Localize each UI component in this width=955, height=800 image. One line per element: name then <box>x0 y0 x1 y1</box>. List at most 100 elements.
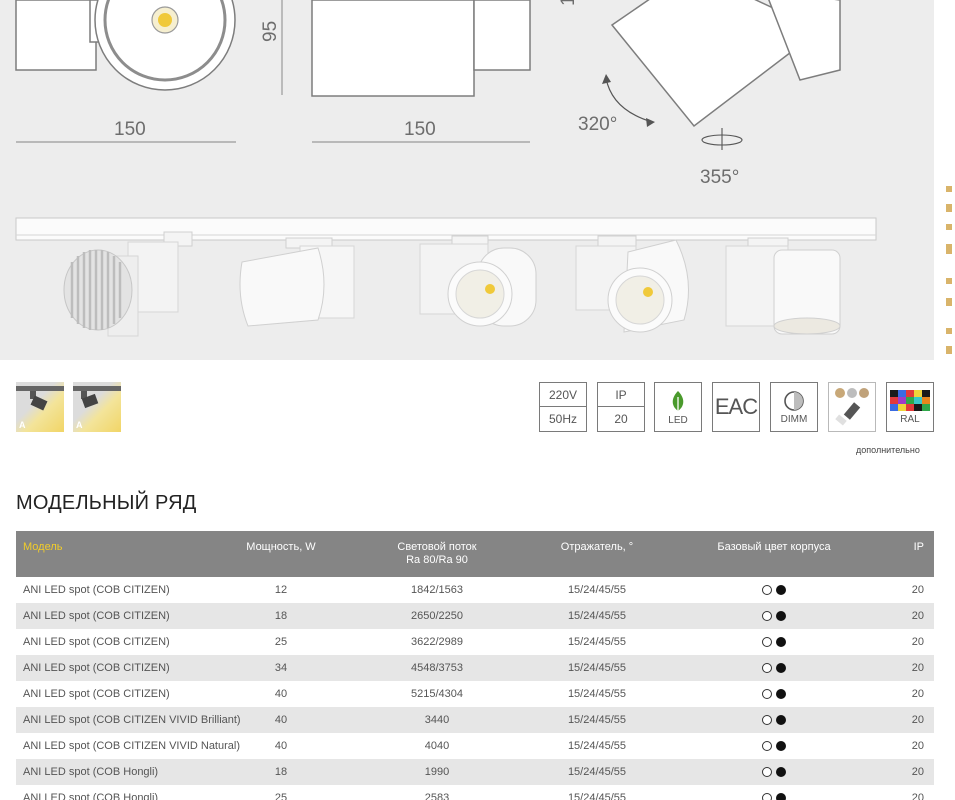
white-color-dot <box>762 741 772 752</box>
technical-drawing-panel: 150 95 150 1 320° 355° <box>0 0 934 360</box>
cell-reflector: 15/24/45/55 <box>518 655 676 681</box>
eac-label: EAC <box>714 394 758 419</box>
header-ip: IP <box>872 531 934 577</box>
black-color-dot <box>776 611 786 622</box>
product-photo-2 <box>239 237 355 327</box>
header-color: Базовый цвет корпуса <box>676 531 872 577</box>
extra-note: дополнительно <box>856 445 920 455</box>
color-options-badge <box>828 382 876 432</box>
black-color-dot <box>776 715 786 726</box>
cell-ip: 20 <box>872 655 934 681</box>
product-photo-5 <box>725 237 841 335</box>
ral-label: RAL <box>900 413 920 425</box>
dim-height: 95 <box>260 21 281 42</box>
ip-label: IP <box>598 383 644 407</box>
eac-badge: EAC <box>712 382 760 432</box>
cell-ip: 20 <box>872 629 934 655</box>
dim-height-right: 1 <box>558 0 579 6</box>
dim-width-side: 150 <box>404 119 436 140</box>
cell-reflector: 15/24/45/55 <box>518 733 676 759</box>
white-color-dot <box>762 689 772 700</box>
cell-ip: 20 <box>872 681 934 707</box>
side-body-shape <box>311 0 475 97</box>
cell-power: 18 <box>206 759 356 785</box>
table-row: ANI LED spot (COB CITIZEN) 12 1842/1563 … <box>16 577 934 603</box>
header-reflector: Отражатель, ° <box>518 531 676 577</box>
cell-power: 25 <box>206 629 356 655</box>
black-color-dot <box>776 793 786 800</box>
frequency-value: 50Hz <box>548 412 577 426</box>
cell-flux: 1842/1563 <box>356 577 518 603</box>
white-color-dot <box>762 767 772 778</box>
cell-model: ANI LED spot (COB CITIZEN) <box>16 603 206 629</box>
table-row: ANI LED spot (COB CITIZEN) 40 5215/4304 … <box>16 681 934 707</box>
cell-ip: 20 <box>872 733 934 759</box>
cell-flux: 3622/2989 <box>356 629 518 655</box>
product-photo-1 <box>63 231 193 337</box>
cell-power: 18 <box>206 603 356 629</box>
black-color-dot <box>776 767 786 778</box>
table-body: ANI LED spot (COB CITIZEN) 12 1842/1563 … <box>16 577 934 800</box>
cell-color <box>676 603 872 629</box>
dim-width-front: 150 <box>114 119 146 140</box>
black-color-dot <box>776 585 786 596</box>
cell-model: ANI LED spot (COB Hongli) <box>16 759 206 785</box>
product-photo-4 <box>575 235 689 333</box>
paint-brush-icon <box>835 388 869 426</box>
white-color-dot <box>762 663 772 674</box>
white-color-dot <box>762 611 772 622</box>
header-flux-line2: Ra 80/Ra 90 <box>406 554 468 566</box>
voltage-badge: 220V 50Hz <box>539 382 587 432</box>
table-row: ANI LED spot (COB CITIZEN) 18 2650/2250 … <box>16 603 934 629</box>
cell-ip: 20 <box>872 785 934 800</box>
cell-flux: 4548/3753 <box>356 655 518 681</box>
model-range-table: Модель Мощность, W Световой поток Ra 80/… <box>16 531 934 800</box>
track-rail-shape <box>15 217 877 241</box>
cell-ip: 20 <box>872 603 934 629</box>
mount-letter-1: A <box>19 420 26 430</box>
white-color-dot <box>762 585 772 596</box>
voltage-value: 220V <box>540 383 586 407</box>
cell-power: 12 <box>206 577 356 603</box>
cell-model: ANI LED spot (COB CITIZEN) <box>16 577 206 603</box>
cell-color <box>676 759 872 785</box>
cell-flux: 5215/4304 <box>356 681 518 707</box>
table-row: ANI LED spot (COB CITIZEN) 25 3622/2989 … <box>16 629 934 655</box>
cell-model: ANI LED spot (COB CITIZEN) <box>16 681 206 707</box>
cell-model: ANI LED spot (COB Hongli) <box>16 785 206 800</box>
header-model: Модель <box>16 531 206 577</box>
cell-reflector: 15/24/45/55 <box>518 707 676 733</box>
header-flux-line1: Световой поток <box>397 541 477 553</box>
cell-reflector: 15/24/45/55 <box>518 577 676 603</box>
cell-reflector: 15/24/45/55 <box>518 629 676 655</box>
cell-flux: 4040 <box>356 733 518 759</box>
side-decor-strip <box>946 186 952 354</box>
cell-power: 25 <box>206 785 356 800</box>
header-flux: Световой поток Ra 80/Ra 90 <box>356 531 518 577</box>
ral-badge: RAL <box>886 382 934 432</box>
table-row: ANI LED spot (COB Hongli) 25 2583 15/24/… <box>16 785 934 800</box>
ip-value: 20 <box>614 412 628 426</box>
ip-badge: IP 20 <box>597 382 645 432</box>
cell-ip: 20 <box>872 759 934 785</box>
rotation-vertical-label: 320° <box>578 114 617 135</box>
header-power: Мощность, W <box>206 531 356 577</box>
cell-color <box>676 629 872 655</box>
cell-model: ANI LED spot (COB CITIZEN VIVID Natural) <box>16 733 240 759</box>
cell-reflector: 15/24/45/55 <box>518 681 676 707</box>
dimmer-icon <box>784 390 804 411</box>
dimension-drawing: 150 95 150 1 320° 355° <box>15 0 877 337</box>
cell-color <box>676 655 872 681</box>
cell-color <box>676 681 872 707</box>
led-label: LED <box>668 414 688 426</box>
table-row: ANI LED spot (COB CITIZEN) 34 4548/3753 … <box>16 655 934 681</box>
table-row: ANI LED spot (COB CITIZEN VIVID Natural)… <box>16 733 934 759</box>
table-header-row: Модель Мощность, W Световой поток Ra 80/… <box>16 531 934 577</box>
cell-color <box>676 733 872 759</box>
ral-palette-icon <box>890 389 930 411</box>
black-color-dot <box>776 689 786 700</box>
cell-reflector: 15/24/45/55 <box>518 785 676 800</box>
cell-color <box>676 577 872 603</box>
dimm-badge: DIMM <box>770 382 818 432</box>
rotation-horizontal-label: 355° <box>700 167 739 188</box>
